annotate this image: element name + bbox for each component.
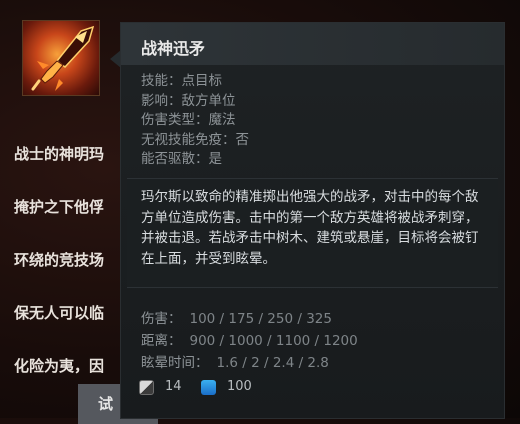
stat-value: 1.6 / 2 / 2.4 / 2.8 (216, 355, 329, 371)
ability-properties: 技能：点目标 影响：敌方单位 伤害类型：魔法 无视技能免疫：否 能否驱散：是 (141, 72, 249, 170)
stat-row-range: 距离： 900 / 1000 / 1100 / 1200 (141, 330, 358, 352)
stat-label: 眩晕时间： (141, 355, 209, 371)
ability-stats: 伤害： 100 / 175 / 250 / 325 距离： 900 / 1000 /… (141, 308, 358, 374)
stat-value: 900 / 1000 / 1100 / 1200 (189, 333, 358, 349)
stat-label: 距离： (141, 333, 182, 349)
stat-label: 伤害： (141, 311, 182, 327)
ability-description: 玛尔斯以致命的精准掷出他强大的战矛，对击中的每个敌方单位造成伤害。击中的第一个敌… (141, 189, 479, 267)
stat-row-stun: 眩晕时间： 1.6 / 2 / 2.4 / 2.8 (141, 352, 358, 374)
property-pierces-immunity: 无视技能免疫：否 (141, 131, 249, 148)
ability-name: 战神迅矛 (141, 39, 206, 58)
description-box: 玛尔斯以致命的精准掷出他强大的战矛，对击中的每个敌方单位造成伤害。击中的第一个敌… (127, 178, 498, 288)
tooltip-header: 战神迅矛 (121, 23, 504, 65)
spear-icon (31, 25, 95, 91)
tooltip-arrow (110, 50, 121, 68)
mana-cost-value: 100 (227, 379, 252, 394)
property-damage-type: 伤害类型：魔法 (141, 112, 236, 128)
cooldown-icon (139, 380, 154, 395)
mana-icon (201, 380, 216, 395)
stat-value: 100 / 175 / 250 / 325 (189, 311, 332, 327)
property-affects: 影响：敌方单位 (141, 92, 236, 109)
stat-row-damage: 伤害： 100 / 175 / 250 / 325 (141, 308, 358, 330)
property-behavior: 技能：点目标 (141, 73, 222, 89)
cooldown-value: 14 (165, 379, 182, 394)
property-dispellable: 能否驱散：是 (141, 151, 222, 167)
ability-spear-icon[interactable] (22, 20, 100, 96)
ability-tooltip: 战神迅矛 技能：点目标 影响：敌方单位 伤害类型：魔法 无视技能免疫：否 能否驱… (121, 23, 504, 418)
